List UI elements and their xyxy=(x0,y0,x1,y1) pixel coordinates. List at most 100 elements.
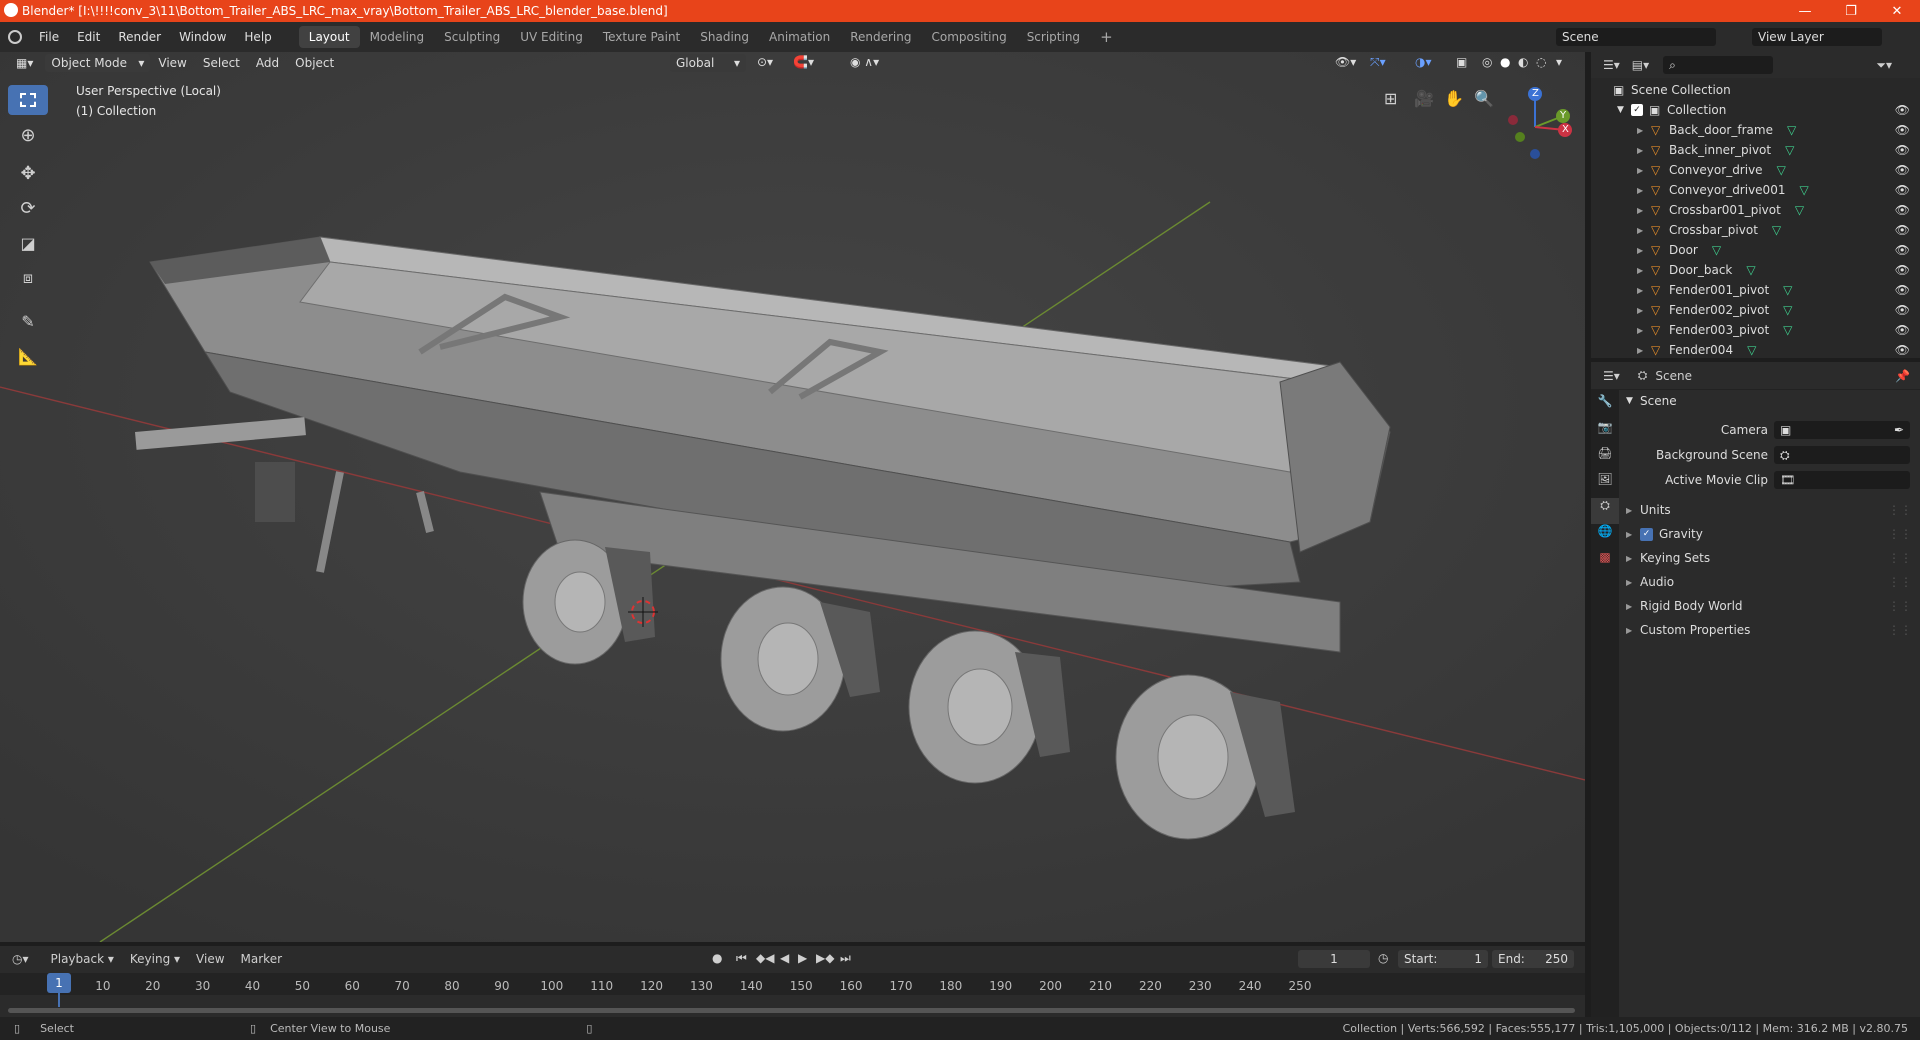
visibility-eye-icon[interactable]: 👁 xyxy=(1895,223,1910,237)
gravity-checkbox[interactable]: ✓ xyxy=(1640,527,1653,541)
output-tab-icon[interactable]: 🖨 xyxy=(1591,446,1619,472)
mesh-data-icon[interactable]: ▽ xyxy=(1747,343,1756,357)
current-frame-field[interactable]: 1 xyxy=(1298,950,1370,968)
mesh-data-icon[interactable]: ▽ xyxy=(1783,283,1792,297)
mesh-data-icon[interactable]: ▽ xyxy=(1799,183,1808,197)
outliner-item[interactable]: ▶ ▽ Fender004 ▽ 👁 xyxy=(1591,340,1920,360)
end-frame-field[interactable]: End: 250 xyxy=(1492,950,1574,968)
cursor-tool[interactable]: ⊕ xyxy=(8,120,48,150)
menu-render[interactable]: Render xyxy=(109,30,170,44)
visibility-eye-icon[interactable]: 👁 xyxy=(1895,243,1910,257)
drag-handle-icon[interactable]: ⋮⋮ xyxy=(1888,575,1912,589)
properties-section-keying-sets[interactable]: ▶ Keying Sets ⋮⋮ xyxy=(1620,546,1920,570)
outliner-item[interactable]: ▶ ▽ Crossbar_pivot ▽ 👁 xyxy=(1591,220,1920,240)
restore-button[interactable]: ❐ xyxy=(1828,0,1874,22)
outliner-editor-icon[interactable]: ☰▾ xyxy=(1603,58,1620,72)
menu-file[interactable]: File xyxy=(30,30,68,44)
orientation-dropdown[interactable]: Global ▾ xyxy=(670,54,746,72)
minimize-button[interactable]: — xyxy=(1782,0,1828,22)
render-tab-icon[interactable]: 📷 xyxy=(1591,420,1619,446)
visibility-icon[interactable]: 👁▾ xyxy=(1335,55,1356,69)
camera-field[interactable]: ▣ ✒ xyxy=(1774,421,1910,439)
menu-view[interactable]: View xyxy=(150,54,194,72)
mesh-data-icon[interactable]: ▽ xyxy=(1785,143,1794,157)
expand-arrow-icon[interactable]: ▶ xyxy=(1637,206,1651,215)
view-layer-tab-icon[interactable]: 🖼 xyxy=(1591,472,1619,498)
tab-shading[interactable]: Shading xyxy=(690,26,759,48)
tool-tab-icon[interactable]: 🔧 xyxy=(1591,394,1619,420)
world-tab-icon[interactable]: 🌐 xyxy=(1591,524,1619,550)
next-keyframe-button[interactable]: ▶◆ xyxy=(816,951,834,965)
transform-tool[interactable]: ⧈ xyxy=(8,263,48,293)
mesh-data-icon[interactable]: ▽ xyxy=(1795,203,1804,217)
3d-viewport[interactable] xyxy=(0,52,1585,942)
grid-view-icon[interactable]: ⊞ xyxy=(1384,89,1397,108)
mesh-data-icon[interactable]: ▽ xyxy=(1746,263,1755,277)
visibility-eye-icon[interactable]: 👁 xyxy=(1895,323,1910,337)
drag-handle-icon[interactable]: ⋮⋮ xyxy=(1888,551,1912,565)
outliner-item[interactable]: ▶ ▽ Conveyor_drive ▽ 👁 xyxy=(1591,160,1920,180)
expand-arrow-icon[interactable]: ▶ xyxy=(1637,146,1651,155)
expand-arrow-icon[interactable]: ▶ xyxy=(1637,266,1651,275)
background-scene-field[interactable]: ⛭ xyxy=(1774,446,1910,464)
record-button[interactable]: ● xyxy=(712,951,722,965)
menu-keying[interactable]: Keying ▾ xyxy=(122,950,188,968)
outliner-search-input[interactable]: ⌕ xyxy=(1663,56,1774,74)
blender-menu-icon[interactable] xyxy=(8,30,22,44)
playhead[interactable]: 1 xyxy=(47,973,71,993)
scene-selector[interactable]: Scene xyxy=(1556,28,1716,46)
gizmo-toggle-icon[interactable]: ⤧▾ xyxy=(1370,55,1386,70)
tab-scripting[interactable]: Scripting xyxy=(1017,26,1090,48)
menu-window[interactable]: Window xyxy=(170,30,235,44)
menu-playback[interactable]: Playback ▾ xyxy=(43,950,122,968)
visibility-eye-icon[interactable]: 👁 xyxy=(1895,123,1910,137)
overlay-toggle-icon[interactable]: ◑▾ xyxy=(1415,55,1432,69)
proportional-edit-icon[interactable]: ◉ ∧▾ xyxy=(850,55,879,69)
properties-section-custom-properties[interactable]: ▶ Custom Properties ⋮⋮ xyxy=(1620,618,1920,642)
outliner-item[interactable]: ▶ ▽ Fender003_pivot ▽ 👁 xyxy=(1591,320,1920,340)
properties-section-audio[interactable]: ▶ Audio ⋮⋮ xyxy=(1620,570,1920,594)
drag-handle-icon[interactable]: ⋮⋮ xyxy=(1888,527,1912,541)
mesh-data-icon[interactable]: ▽ xyxy=(1783,323,1792,337)
outliner-item[interactable]: ▶ ▽ Door ▽ 👁 xyxy=(1591,240,1920,260)
drag-handle-icon[interactable]: ⋮⋮ xyxy=(1888,623,1912,637)
expand-arrow-icon[interactable]: ▶ xyxy=(1637,306,1651,315)
prev-keyframe-button[interactable]: ◆◀ xyxy=(756,951,774,965)
tab-animation[interactable]: Animation xyxy=(759,26,840,48)
snap-icon[interactable]: 🧲▾ xyxy=(793,55,814,69)
move-tool[interactable]: ✥ xyxy=(8,158,48,188)
collection-eye-icon[interactable]: 👁 xyxy=(1895,103,1910,117)
visibility-eye-icon[interactable]: 👁 xyxy=(1895,303,1910,317)
pin-icon[interactable]: 📌 xyxy=(1895,369,1910,383)
outliner-item[interactable]: ▶ ▽ Conveyor_drive001 ▽ 👁 xyxy=(1591,180,1920,200)
object-mode-dropdown[interactable]: Object Mode ▾ xyxy=(45,54,151,72)
view-layer-selector[interactable]: View Layer xyxy=(1752,28,1882,46)
jump-start-button[interactable]: ⏮ xyxy=(736,951,747,966)
eyedropper-icon[interactable]: ✒ xyxy=(1894,423,1904,437)
expand-arrow-icon[interactable]: ▶ xyxy=(1637,286,1651,295)
wireframe-shading-icon[interactable]: ◎ xyxy=(1482,55,1492,69)
drag-handle-icon[interactable]: ⋮⋮ xyxy=(1888,599,1912,613)
timeline-scrollbar[interactable] xyxy=(8,1008,1575,1013)
expand-arrow-icon[interactable]: ▶ xyxy=(1637,166,1651,175)
mesh-data-icon[interactable]: ▽ xyxy=(1712,243,1721,257)
visibility-eye-icon[interactable]: 👁 xyxy=(1895,263,1910,277)
menu-edit[interactable]: Edit xyxy=(68,30,109,44)
expand-arrow-icon[interactable]: ▶ xyxy=(1637,186,1651,195)
properties-section-gravity[interactable]: ▶ ✓ Gravity ⋮⋮ xyxy=(1620,522,1920,546)
tab-uv-editing[interactable]: UV Editing xyxy=(510,26,593,48)
menu-add[interactable]: Add xyxy=(248,54,287,72)
filter-icon[interactable]: ⏷▾ xyxy=(1876,58,1892,73)
visibility-eye-icon[interactable]: 👁 xyxy=(1895,343,1910,357)
menu-object[interactable]: Object xyxy=(287,54,342,72)
start-frame-field[interactable]: Start: 1 xyxy=(1398,950,1488,968)
preview-range-icon[interactable]: ◷ xyxy=(1378,951,1388,965)
editor-type-icon[interactable]: ▦▾ xyxy=(8,54,41,72)
add-workspace-icon[interactable]: + xyxy=(1090,24,1123,50)
camera-view-icon[interactable]: 🎥 xyxy=(1414,89,1434,108)
scene-tab-icon[interactable]: ⛭ xyxy=(1591,498,1619,524)
collection-row[interactable]: ▼ ✓ ▣ Collection 👁 xyxy=(1591,100,1920,120)
visibility-eye-icon[interactable]: 👁 xyxy=(1895,183,1910,197)
tab-sculpting[interactable]: Sculpting xyxy=(434,26,510,48)
expand-arrow-icon[interactable]: ▼ xyxy=(1617,105,1631,115)
